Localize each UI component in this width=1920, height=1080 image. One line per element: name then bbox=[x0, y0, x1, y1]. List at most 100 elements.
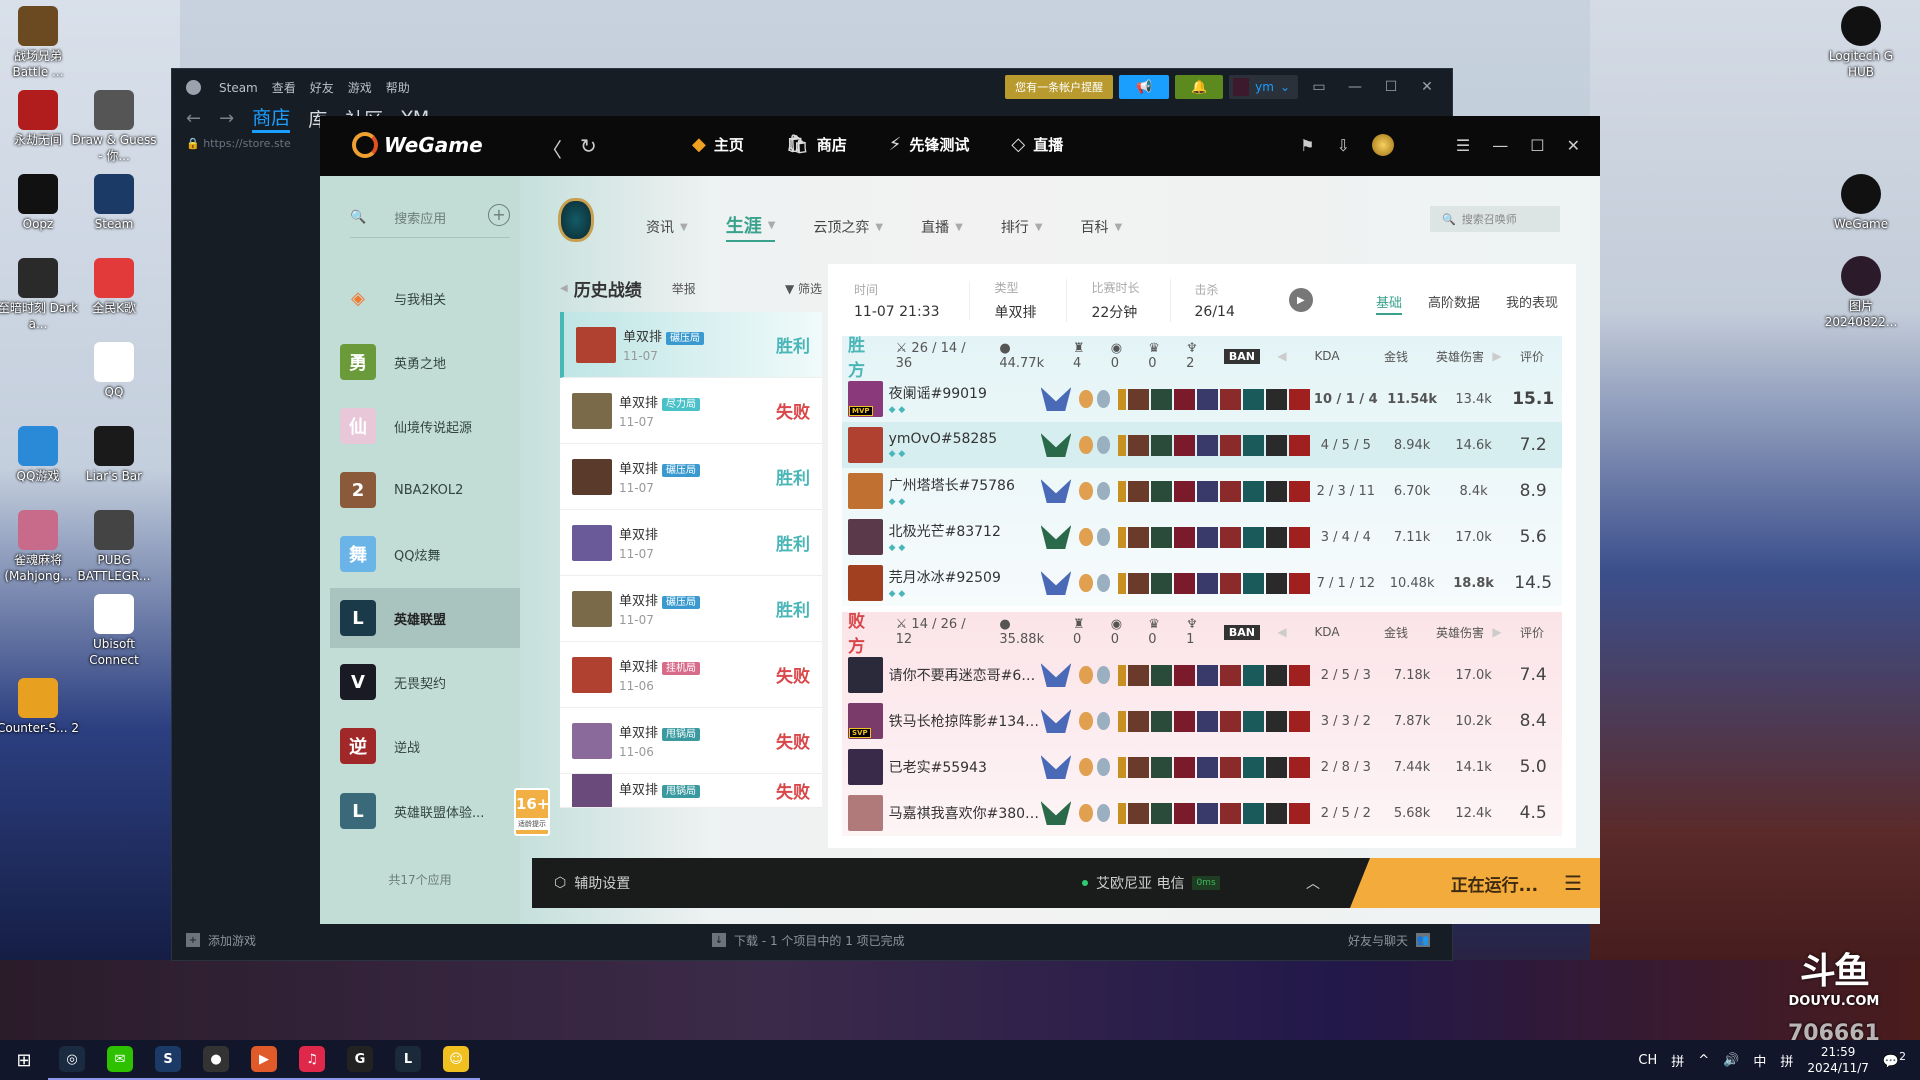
hamburger-icon[interactable]: ☰ bbox=[1564, 871, 1582, 895]
account-alert-button[interactable]: 您有一条帐户提醒 bbox=[1005, 75, 1114, 99]
app-search[interactable]: 🔍 搜索应用 + bbox=[350, 204, 510, 238]
assist-settings-button[interactable]: ⬡ 辅助设置 bbox=[554, 873, 630, 893]
summoner-search-input[interactable]: 搜索召唤师 bbox=[1462, 211, 1517, 227]
scroll-right-icon[interactable]: ▶ bbox=[1492, 349, 1502, 363]
desktop-icon[interactable]: 战场兄弟 Battle ... bbox=[0, 6, 81, 80]
user-menu[interactable]: ym ⌄ bbox=[1229, 75, 1298, 99]
menu-icon[interactable]: ☰ bbox=[1456, 136, 1470, 155]
match-list-item[interactable]: 单双排 挂机局 11-06 失败 bbox=[560, 642, 822, 708]
sidebar-item[interactable]: ◈ 与我相关 bbox=[330, 268, 520, 328]
player-name[interactable]: 请你不要再迷恋哥#60... bbox=[889, 665, 1041, 685]
tab-store[interactable]: 🛍 商店 bbox=[786, 134, 847, 155]
sidebar-item[interactable]: L 英雄联盟 bbox=[330, 588, 520, 648]
player-row[interactable]: 北极光芒#83712 ◆ ◆ 3 / 4 / 4 7.11k 17.0k 5.6 bbox=[842, 514, 1562, 560]
match-list-item[interactable]: 单双排 碾压局 11-07 胜利 bbox=[560, 312, 822, 378]
desktop-icon[interactable]: Counter-S... 2 bbox=[0, 678, 81, 736]
sidebar-item[interactable]: 舞 QQ炫舞 bbox=[330, 524, 520, 584]
player-name[interactable]: 已老实#55943 bbox=[889, 757, 1041, 777]
taskbar-app-obs[interactable]: ● bbox=[192, 1040, 240, 1080]
taskbar-app-league-of-legends[interactable]: L bbox=[384, 1040, 432, 1080]
desktop-icon[interactable]: PUBG BATTLEGR... bbox=[71, 510, 157, 584]
taskbar-app-wechat[interactable]: ✉ bbox=[96, 1040, 144, 1080]
match-list-item[interactable]: 单双排 尽力局 11-07 失败 bbox=[560, 378, 822, 444]
player-name[interactable]: 广州塔塔长#75786 bbox=[889, 475, 1041, 495]
desktop-icon[interactable]: 至暗时刻 Dark a... bbox=[0, 258, 81, 332]
tab-home[interactable]: ◆ 主页 bbox=[692, 134, 744, 155]
player-name[interactable]: 北极光芒#83712 bbox=[889, 521, 1041, 541]
player-row[interactable]: 芫月冰冰#92509 ◆ ◆ 7 / 1 / 12 10.48k 18.8k 14.5 bbox=[842, 560, 1562, 606]
server-select[interactable]: 艾欧尼亚 电信 0ms bbox=[1082, 873, 1220, 893]
report-button[interactable]: 举报 bbox=[672, 280, 696, 297]
match-list-item[interactable]: 单双排 11-07 胜利 bbox=[560, 510, 822, 576]
desktop-icon[interactable]: 永劫无间 bbox=[0, 90, 81, 148]
summoner-search[interactable]: 🔍 搜索召唤师 bbox=[1430, 206, 1560, 232]
player-row[interactable]: ymOvO#58285 ◆ ◆ 4 / 5 / 5 8.94k 14.6k 7.2 bbox=[842, 422, 1562, 468]
desktop-icon[interactable]: 图片 20240822... bbox=[1818, 256, 1904, 330]
notification-center-icon[interactable]: 💬2 bbox=[1883, 1050, 1906, 1069]
desktop-icon[interactable]: WeGame bbox=[1818, 174, 1904, 232]
match-list-item[interactable]: 单双排 甩锅局 失败 bbox=[560, 774, 822, 808]
desktop-icon[interactable]: QQ bbox=[71, 342, 157, 400]
announcement-button[interactable]: 📢 bbox=[1119, 75, 1170, 99]
ban-button[interactable]: BAN bbox=[1223, 624, 1260, 640]
clock[interactable]: 21:59 2024/11/7 bbox=[1807, 1044, 1869, 1076]
app-search-input[interactable]: 搜索应用 bbox=[394, 208, 446, 227]
taskbar-app-netease-music[interactable]: ♫ bbox=[288, 1040, 336, 1080]
lol-nav-item[interactable]: 排行 ▼ bbox=[1001, 217, 1043, 237]
add-game-button[interactable]: + 添加游戏 bbox=[186, 932, 256, 949]
back-arrow-icon[interactable]: ← bbox=[186, 108, 201, 129]
maximize-button[interactable]: ☐ bbox=[1530, 136, 1544, 155]
player-name[interactable]: 铁马长枪掠阵影#13430 bbox=[889, 711, 1041, 731]
lol-nav-item[interactable]: 直播 ▼ bbox=[921, 217, 963, 237]
user-avatar[interactable] bbox=[1371, 134, 1394, 156]
running-button[interactable]: 正在运行... ☰ bbox=[1350, 858, 1600, 908]
detail-tab[interactable]: 我的表现 bbox=[1506, 292, 1558, 315]
volume-icon[interactable]: 🔊 bbox=[1723, 1053, 1739, 1068]
steam-menu-friends[interactable]: 好友 bbox=[310, 79, 334, 96]
language-indicator[interactable]: 中 bbox=[1753, 1051, 1766, 1070]
sidebar-item[interactable]: 逆 逆战 bbox=[330, 716, 520, 776]
desktop-icon[interactable]: QQ游戏 bbox=[0, 426, 81, 484]
player-row[interactable]: 广州塔塔长#75786 ◆ ◆ 2 / 3 / 11 6.70k 8.4k 8.9 bbox=[842, 468, 1562, 514]
downloads-status[interactable]: ↓ 下载 - 1 个项目中的 1 项已完成 bbox=[712, 932, 905, 949]
add-app-button[interactable]: + bbox=[488, 204, 510, 226]
player-name[interactable]: 夜阑谣#99019 bbox=[889, 383, 1041, 403]
collapse-arrow-icon[interactable]: ◀ bbox=[560, 283, 568, 294]
scroll-left-icon[interactable]: ◀ bbox=[1274, 349, 1290, 363]
player-name[interactable]: 芫月冰冰#92509 bbox=[889, 567, 1041, 587]
desktop-icon[interactable]: Logitech G HUB bbox=[1818, 6, 1904, 80]
match-list-item[interactable]: 单双排 碾压局 11-07 胜利 bbox=[560, 576, 822, 642]
desktop-icon[interactable]: 全民K歌 bbox=[71, 258, 157, 316]
friends-chat-button[interactable]: 好友与聊天 👥 bbox=[1348, 932, 1430, 949]
steam-menu-steam[interactable]: Steam bbox=[219, 81, 258, 95]
refresh-icon[interactable]: ↻ bbox=[580, 134, 597, 158]
player-row[interactable]: 请你不要再迷恋哥#60... 2 / 5 / 3 7.18k 17.0k 7.4 bbox=[842, 652, 1562, 698]
replay-play-icon[interactable]: ▶ bbox=[1288, 288, 1313, 312]
taskbar-app-steam[interactable]: S bbox=[144, 1040, 192, 1080]
scroll-right-icon[interactable]: ▶ bbox=[1492, 625, 1502, 639]
tab-pioneer-test[interactable]: ⚡ 先锋测试 bbox=[889, 134, 970, 155]
pinyin-icon[interactable]: 拼 bbox=[1780, 1051, 1793, 1070]
sidebar-item[interactable]: L 英雄联盟体验... bbox=[330, 781, 520, 841]
steam-tab-store[interactable]: 商店 bbox=[252, 103, 291, 133]
lol-nav-item[interactable]: 云顶之弈 ▼ bbox=[813, 217, 883, 237]
lol-nav-item[interactable]: 生涯 ▼ bbox=[725, 212, 776, 242]
player-name[interactable]: ymOvO#58285 bbox=[889, 431, 1041, 447]
player-row[interactable]: 马嘉祺我喜欢你#38077 2 / 5 / 2 5.68k 12.4k 4.5 bbox=[842, 790, 1562, 836]
scroll-left-icon[interactable]: ◀ bbox=[1274, 625, 1290, 639]
sidebar-item[interactable]: V 无畏契约 bbox=[330, 652, 520, 712]
sidebar-item[interactable]: 勇 英勇之地 bbox=[330, 332, 520, 392]
desktop-icon[interactable]: 雀魂麻将 (Mahjong... bbox=[0, 510, 81, 584]
player-name[interactable]: 马嘉祺我喜欢你#38077 bbox=[889, 803, 1041, 823]
ban-button[interactable]: BAN bbox=[1223, 348, 1260, 364]
steam-menu-games[interactable]: 游戏 bbox=[348, 79, 372, 96]
detail-tab[interactable]: 基础 bbox=[1375, 292, 1402, 315]
flag-icon[interactable]: ⚑ bbox=[1300, 136, 1314, 155]
sidebar-item[interactable]: 2 NBA2KOL2 bbox=[330, 460, 520, 520]
notification-button[interactable]: 🔔 bbox=[1175, 75, 1224, 99]
lol-nav-item[interactable]: 百科 ▼ bbox=[1081, 217, 1123, 237]
forward-arrow-icon[interactable]: → bbox=[219, 108, 234, 129]
match-list-item[interactable]: 单双排 碾压局 11-07 胜利 bbox=[560, 444, 822, 510]
maximize-button[interactable]: ☐ bbox=[1376, 79, 1406, 95]
minimize-button[interactable]: — bbox=[1492, 136, 1508, 155]
